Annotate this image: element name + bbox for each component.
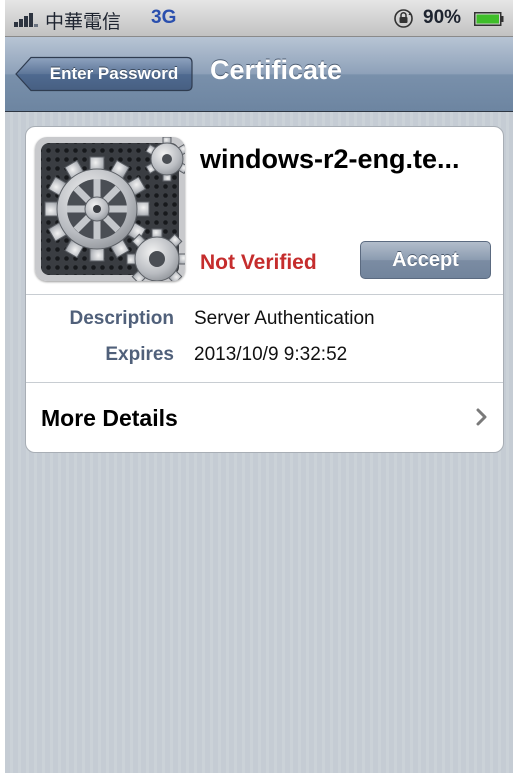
battery-icon xyxy=(474,12,504,26)
more-details-row[interactable]: More Details xyxy=(26,382,503,452)
back-button-label: Enter Password xyxy=(49,64,179,83)
signal-bars-icon xyxy=(14,11,40,27)
phone-screen: 中華電信 3G 90% Enter Password Certificate w… xyxy=(5,0,513,773)
accept-button[interactable]: Accept xyxy=(360,241,491,279)
more-details-label: More Details xyxy=(41,405,178,431)
page-title: Certificate xyxy=(210,55,343,85)
certificate-card: windows-r2-eng.te... Not Verified Accept… xyxy=(25,126,504,453)
status-bar: 中華電信 3G 90% xyxy=(5,0,513,37)
back-button[interactable]: Enter Password xyxy=(15,56,193,92)
rotation-lock-icon xyxy=(394,9,413,28)
battery-percent: 90% xyxy=(423,7,462,28)
gears-icon xyxy=(35,137,185,281)
description-value: Server Authentication xyxy=(194,308,375,329)
description-label: Description xyxy=(69,308,174,329)
carrier-name: 中華電信 xyxy=(45,12,122,33)
expires-label: Expires xyxy=(105,344,174,365)
verification-status: Not Verified xyxy=(200,251,317,274)
expires-value: 2013/10/9 9:32:52 xyxy=(194,344,348,365)
divider xyxy=(26,294,503,295)
navigation-bar: Enter Password Certificate xyxy=(5,37,513,112)
chevron-right-icon xyxy=(476,408,487,426)
certificate-name: windows-r2-eng.te... xyxy=(200,144,460,174)
network-type: 3G xyxy=(151,7,177,28)
